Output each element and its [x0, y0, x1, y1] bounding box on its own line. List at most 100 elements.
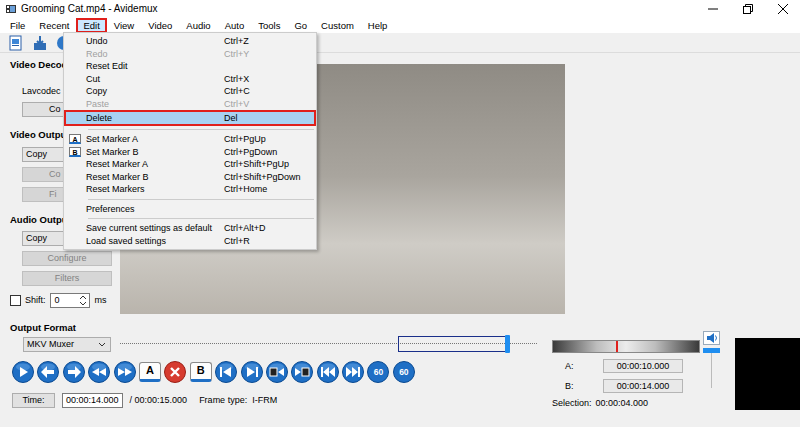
- restore-button[interactable]: [730, 0, 765, 18]
- jump-button[interactable]: 60: [393, 361, 415, 383]
- menu-entry-label: Reset Marker B: [86, 171, 224, 184]
- close-button[interactable]: [765, 0, 800, 18]
- menu-entry-label: Copy: [86, 85, 224, 98]
- menu-entry[interactable]: UndoCtrl+Z: [64, 35, 316, 48]
- menu-entry-label: Delete: [86, 112, 224, 125]
- menu-item[interactable]: Custom: [314, 18, 361, 33]
- menu-entry[interactable]: ASet Marker ACtrl+PgUp: [64, 133, 316, 146]
- next-black-frame-icon: [291, 361, 313, 383]
- playhead[interactable]: [505, 335, 510, 353]
- menu-entry[interactable]: Reset Edit: [64, 60, 316, 73]
- menu-entry[interactable]: Load saved settingsCtrl+R: [64, 235, 316, 248]
- marker-icon: B: [69, 147, 81, 157]
- menu-entry-label: Undo: [86, 35, 224, 48]
- menu-bar: FileRecentEditViewVideoAudioAutoToolsGoC…: [0, 18, 800, 33]
- menu-entry[interactable]: BSet Marker BCtrl+PgDown: [64, 146, 316, 159]
- menu-entry[interactable]: Preferences: [64, 203, 316, 216]
- menu-entry[interactable]: PasteCtrl+V: [64, 98, 316, 111]
- volume-handle[interactable]: [703, 348, 720, 353]
- panel-button[interactable]: Filters: [22, 271, 112, 286]
- menu-entry[interactable]: CopyCtrl+C: [64, 85, 316, 98]
- menu-shortcut: Ctrl+Home: [224, 183, 308, 196]
- edit-menu: UndoCtrl+ZRedoCtrl+YReset EditCutCtrl+XC…: [63, 32, 317, 250]
- rewind-button[interactable]: [88, 361, 110, 383]
- time-row: Time:00:00:14.000/ 00:00:15.000Frame typ…: [0, 393, 545, 408]
- play-icon: [12, 361, 34, 383]
- mute-button[interactable]: [703, 331, 720, 345]
- menu-item[interactable]: Tools: [251, 18, 287, 33]
- fast-forward-icon: [114, 361, 136, 383]
- open-file-icon[interactable]: [8, 35, 24, 51]
- menu-item[interactable]: File: [3, 18, 32, 33]
- button-label: Configure: [47, 253, 86, 263]
- menu-entry[interactable]: Reset MarkersCtrl+Home: [64, 183, 316, 196]
- fast-forward-button[interactable]: [114, 361, 136, 383]
- minimize-button[interactable]: [695, 0, 730, 18]
- rewind-icon: [88, 361, 110, 383]
- menu-entry[interactable]: DeleteDel: [64, 110, 316, 126]
- last-frame-button[interactable]: [342, 361, 364, 383]
- panel-row: Configure: [22, 251, 118, 266]
- first-frame-button[interactable]: [317, 361, 339, 383]
- menu-shortcut: Ctrl+C: [224, 85, 308, 98]
- timeline[interactable]: [120, 335, 537, 353]
- menu-item[interactable]: Go: [287, 18, 314, 33]
- back-button[interactable]: [37, 361, 59, 383]
- shift-field[interactable]: 0: [50, 293, 90, 308]
- play-button[interactable]: [12, 361, 34, 383]
- next-black-frame-button[interactable]: [291, 361, 313, 383]
- goto-b-button[interactable]: [241, 361, 263, 383]
- button-label: Filters: [55, 273, 80, 283]
- navigation-panel: Output FormatMKV MuxerAB6060Time:00:00:1…: [0, 318, 545, 427]
- dropdown[interactable]: MKV Muxer: [23, 337, 111, 352]
- jog-shuttle[interactable]: [552, 340, 700, 353]
- marker-label: A:: [552, 361, 603, 372]
- set-marker-button[interactable]: B: [190, 362, 212, 382]
- save-icon[interactable]: [32, 35, 48, 51]
- panel-button[interactable]: Configure: [22, 251, 112, 266]
- menu-shortcut: Ctrl+Alt+D: [224, 222, 308, 235]
- forward-button[interactable]: [63, 361, 85, 383]
- shift-label: Shift:: [25, 295, 46, 306]
- menu-item[interactable]: View: [107, 18, 141, 33]
- previous-black-frame-button[interactable]: [266, 361, 288, 383]
- menu-item[interactable]: Video: [141, 18, 179, 33]
- menu-entry[interactable]: CutCtrl+X: [64, 73, 316, 86]
- menu-item[interactable]: Auto: [218, 18, 252, 33]
- button-label: Fi: [49, 189, 57, 199]
- preview-column: [735, 318, 800, 427]
- marker-label: A: [146, 364, 154, 377]
- menu-item[interactable]: Audio: [179, 18, 217, 33]
- menu-item[interactable]: Recent: [32, 18, 76, 33]
- output-preview: [735, 338, 800, 410]
- menu-separator: [88, 199, 314, 200]
- volume-track: [711, 348, 712, 388]
- forward-icon: [63, 361, 85, 383]
- goto-a-button[interactable]: [215, 361, 237, 383]
- window-title: Grooming Cat.mp4 - Avidemux: [21, 3, 158, 15]
- delete-button[interactable]: [164, 361, 186, 383]
- time-button[interactable]: Time:: [12, 393, 55, 408]
- button-label: Co: [49, 169, 61, 179]
- marker-label: B:: [552, 381, 603, 392]
- menu-entry-label: Reset Marker A: [86, 158, 224, 171]
- menu-entry[interactable]: Reset Marker BCtrl+Shift+PgDown: [64, 171, 316, 184]
- volume-slider[interactable]: [703, 348, 720, 388]
- menu-item[interactable]: Help: [361, 18, 395, 33]
- jump-button[interactable]: 60: [367, 361, 389, 383]
- menu-item[interactable]: Edit: [76, 18, 106, 33]
- menu-shortcut: Ctrl+X: [224, 73, 308, 86]
- speaker-icon: [706, 332, 718, 344]
- shift-checkbox[interactable]: [10, 295, 21, 306]
- menu-entry[interactable]: Reset Marker ACtrl+Shift+PgUp: [64, 158, 316, 171]
- time-field[interactable]: 00:00:14.000: [62, 393, 123, 408]
- menu-entry-label: Reset Markers: [86, 183, 224, 196]
- jump-label: 60: [399, 367, 408, 377]
- panel-row: Filters: [22, 271, 118, 286]
- menu-entry[interactable]: RedoCtrl+Y: [64, 48, 316, 61]
- menu-entry-label: Save current settings as default: [86, 222, 224, 235]
- set-marker-button[interactable]: A: [139, 362, 161, 382]
- total-duration: / 00:00:15.000: [130, 395, 188, 406]
- restore-icon: [743, 4, 753, 14]
- menu-entry[interactable]: Save current settings as defaultCtrl+Alt…: [64, 222, 316, 235]
